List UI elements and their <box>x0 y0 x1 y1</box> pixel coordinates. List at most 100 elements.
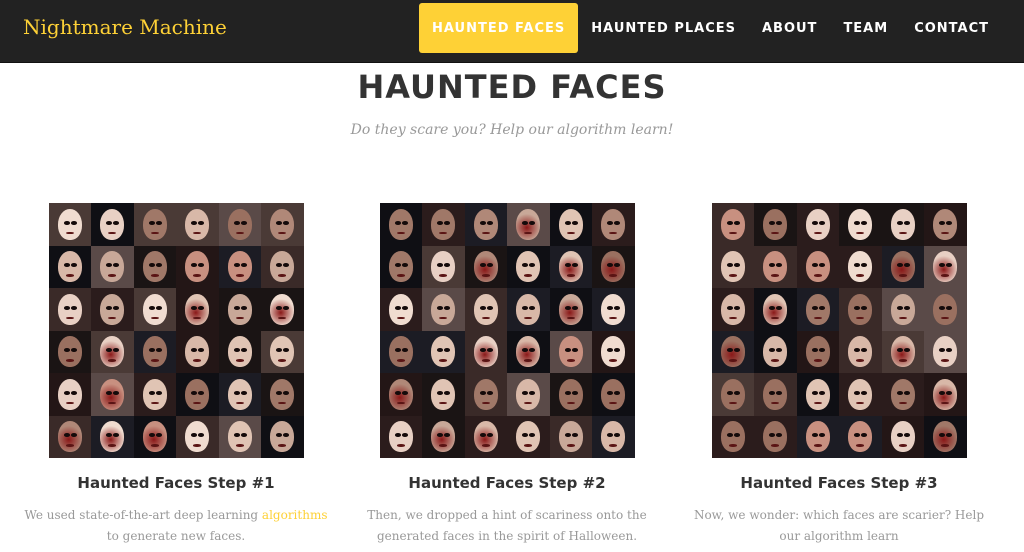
face-eye <box>811 348 818 353</box>
face-tile <box>881 373 924 416</box>
face-mouth <box>396 359 405 362</box>
face-eye <box>811 220 818 225</box>
face-shape <box>100 378 125 410</box>
face-tile <box>839 245 882 288</box>
face-eye <box>529 220 536 225</box>
face-shape <box>142 336 167 368</box>
face-eye <box>946 390 953 395</box>
face-eye <box>155 220 162 225</box>
step-2-column: Haunted Faces Step #2 Then, we dropped a… <box>342 203 672 547</box>
face-tile <box>91 288 134 331</box>
face-eye <box>191 390 198 395</box>
face-eye <box>903 220 910 225</box>
step-2-description: Then, we dropped a hint of scariness ont… <box>367 508 647 543</box>
face-shape <box>431 293 456 325</box>
face-eye <box>946 305 953 310</box>
face-shape <box>763 208 788 240</box>
face-mouth <box>65 359 74 362</box>
face-tile <box>754 288 797 331</box>
face-tile <box>422 203 465 246</box>
face-mouth <box>609 444 618 447</box>
face-shape <box>558 251 583 283</box>
face-eye <box>240 305 247 310</box>
face-tile <box>48 373 91 416</box>
face-mouth <box>481 359 490 362</box>
face-shape <box>805 378 830 410</box>
face-tile <box>261 330 304 373</box>
face-eye <box>155 390 162 395</box>
face-shape <box>601 336 626 368</box>
face-shape <box>57 336 82 368</box>
face-shape <box>805 421 830 453</box>
algorithms-link[interactable]: algorithms <box>262 508 328 522</box>
face-tile <box>422 373 465 416</box>
face-shape <box>516 378 541 410</box>
face-tile <box>133 245 176 288</box>
face-mouth <box>481 274 490 277</box>
face-tile <box>796 373 839 416</box>
face-eye <box>769 220 776 225</box>
face-tile <box>507 415 550 458</box>
face-tile <box>549 373 592 416</box>
face-eye <box>70 263 77 268</box>
face-collage-image <box>379 203 635 458</box>
face-tile <box>176 415 219 458</box>
face-tile <box>176 245 219 288</box>
face-tile <box>464 203 507 246</box>
face-mouth <box>728 359 737 362</box>
face-eye <box>896 220 903 225</box>
face-tile <box>379 415 422 458</box>
face-eye <box>903 263 910 268</box>
nav-haunted-places[interactable]: HAUNTED PLACES <box>578 3 749 53</box>
face-eye <box>896 263 903 268</box>
face-shape <box>473 293 498 325</box>
face-mouth <box>439 444 448 447</box>
face-shape <box>185 208 210 240</box>
face-shape <box>516 293 541 325</box>
face-shape <box>558 421 583 453</box>
face-eye <box>564 433 571 438</box>
face-shape <box>848 251 873 283</box>
face-eye <box>70 305 77 310</box>
face-mouth <box>566 359 575 362</box>
face-shape <box>720 378 745 410</box>
face-eye <box>726 263 733 268</box>
nav-contact[interactable]: CONTACT <box>901 3 1002 53</box>
face-eye <box>240 220 247 225</box>
face-eye <box>896 348 903 353</box>
face-shape <box>805 293 830 325</box>
face-eye <box>63 390 70 395</box>
face-shape <box>763 293 788 325</box>
step-3-description: Now, we wonder: which faces are scarier?… <box>693 508 985 543</box>
face-eye <box>70 220 77 225</box>
face-tile <box>379 373 422 416</box>
face-eye <box>106 390 113 395</box>
face-eye <box>148 305 155 310</box>
face-shape <box>388 336 413 368</box>
face-eye <box>614 305 621 310</box>
face-tile <box>133 288 176 331</box>
face-collage-image <box>48 203 304 458</box>
face-tile <box>796 415 839 458</box>
face-mouth <box>728 444 737 447</box>
face-shape <box>100 208 125 240</box>
brand-logo-link[interactable]: Nightmare Machine <box>23 15 227 39</box>
face-shape <box>185 421 210 453</box>
face-tile <box>176 373 219 416</box>
face-mouth <box>524 274 533 277</box>
face-eye <box>903 348 910 353</box>
face-shape <box>227 336 252 368</box>
face-eye <box>233 390 240 395</box>
face-eye <box>818 220 825 225</box>
face-shape <box>388 251 413 283</box>
nav-haunted-faces[interactable]: HAUNTED FACES <box>419 3 579 53</box>
face-eye <box>529 305 536 310</box>
face-eye <box>70 390 77 395</box>
nav-about[interactable]: ABOUT <box>749 3 830 53</box>
step-1-text-end: to generate new faces. <box>106 529 246 543</box>
face-eye <box>946 220 953 225</box>
nav-team[interactable]: TEAM <box>830 3 901 53</box>
face-tile <box>924 373 967 416</box>
face-eye <box>155 305 162 310</box>
face-shape <box>558 208 583 240</box>
